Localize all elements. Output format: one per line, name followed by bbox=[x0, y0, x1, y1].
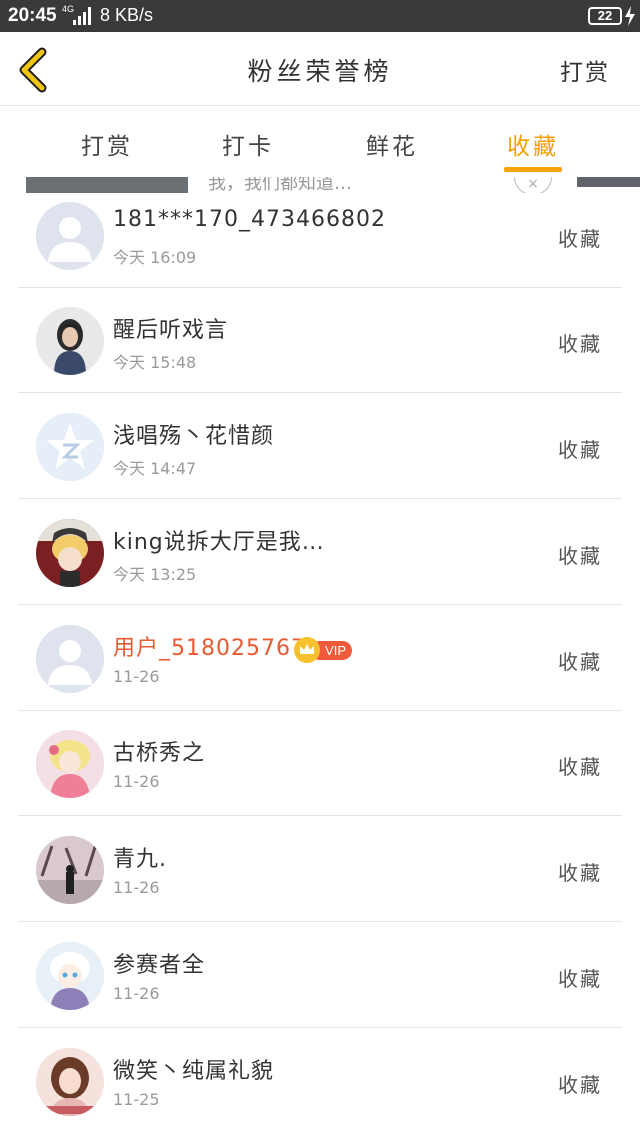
anime-avatar-icon bbox=[36, 942, 104, 1010]
anime-avatar-icon bbox=[36, 519, 104, 587]
charging-icon bbox=[625, 6, 635, 26]
qq-star-icon bbox=[36, 413, 104, 481]
favorite-label: 收藏 bbox=[558, 755, 602, 779]
status-time: 20:45 bbox=[8, 5, 57, 26]
timestamp: 今天 16:09 bbox=[113, 248, 197, 267]
list-item[interactable]: 浅唱殇丶花惜颜 今天 14:47 收藏 bbox=[0, 394, 640, 499]
timestamp: 今天 13:25 bbox=[113, 565, 197, 584]
avatar[interactable] bbox=[36, 413, 104, 481]
divider bbox=[18, 921, 622, 922]
tab-flowers[interactable]: 鲜花 bbox=[347, 127, 437, 161]
avatar[interactable] bbox=[36, 1048, 104, 1116]
list-item[interactable]: 181***170_473466802 今天 16:09 收藏 bbox=[0, 183, 640, 288]
default-user-icon bbox=[36, 202, 104, 270]
tab-bar: 打赏 打卡 鲜花 收藏 bbox=[0, 107, 640, 177]
vip-badge: VIP bbox=[294, 637, 354, 663]
divider bbox=[18, 815, 622, 816]
list-item[interactable]: 参赛者全 11-26 收藏 bbox=[0, 923, 640, 1028]
favorite-label: 收藏 bbox=[558, 227, 602, 251]
avatar[interactable] bbox=[36, 202, 104, 270]
reward-button[interactable]: 打赏 bbox=[560, 53, 610, 87]
timestamp: 11-26 bbox=[113, 878, 160, 897]
user-name: 参赛者全 bbox=[113, 953, 206, 978]
avatar[interactable] bbox=[36, 730, 104, 798]
list-item[interactable]: 青九. 11-26 收藏 bbox=[0, 817, 640, 922]
list-item[interactable]: 古桥秀之 11-26 收藏 bbox=[0, 711, 640, 816]
user-name: 浅唱殇丶花惜颜 bbox=[113, 424, 275, 449]
active-tab-indicator bbox=[504, 167, 562, 172]
anime-avatar-icon bbox=[36, 730, 104, 798]
photo-avatar-icon bbox=[36, 1048, 104, 1116]
avatar[interactable] bbox=[36, 942, 104, 1010]
divider bbox=[18, 1027, 622, 1028]
favorite-label: 收藏 bbox=[558, 650, 602, 674]
list-item[interactable]: king说拆大厅是我… 今天 13:25 收藏 bbox=[0, 500, 640, 605]
list-item[interactable]: 用户_518025767 VIP 11-26 收藏 bbox=[0, 606, 640, 711]
user-name: king说拆大厅是我… bbox=[113, 530, 325, 555]
avatar[interactable] bbox=[36, 307, 104, 375]
favorite-label: 收藏 bbox=[558, 438, 602, 462]
tab-reward[interactable]: 打赏 bbox=[62, 127, 152, 161]
timestamp: 今天 14:47 bbox=[113, 459, 197, 478]
battery-icon: 22 bbox=[588, 7, 622, 25]
user-name: 醒后听戏言 bbox=[113, 318, 229, 343]
status-bar: 20:45 4G 8 KB/s 22 bbox=[0, 0, 640, 32]
timestamp: 11-26 bbox=[113, 984, 160, 1003]
favorite-label: 收藏 bbox=[558, 1073, 602, 1097]
favorite-label: 收藏 bbox=[558, 332, 602, 356]
favorite-label: 收藏 bbox=[558, 967, 602, 991]
favorite-label: 收藏 bbox=[558, 861, 602, 885]
default-user-icon bbox=[36, 625, 104, 693]
tab-favorites[interactable]: 收藏 bbox=[488, 127, 578, 161]
photo-avatar-icon bbox=[36, 836, 104, 904]
tab-checkin[interactable]: 打卡 bbox=[203, 127, 293, 161]
user-name: 青九. bbox=[113, 847, 167, 872]
list-item[interactable]: 微笑丶纯属礼貌 11-25 收藏 bbox=[0, 1029, 640, 1134]
photo-avatar-icon bbox=[36, 307, 104, 375]
network-type: 4G bbox=[62, 4, 74, 14]
divider bbox=[18, 392, 622, 393]
timestamp: 11-26 bbox=[113, 667, 160, 686]
list-item[interactable]: 醒后听戏言 今天 15:48 收藏 bbox=[0, 288, 640, 393]
avatar[interactable] bbox=[36, 519, 104, 587]
timestamp: 11-26 bbox=[113, 772, 160, 791]
user-name: 用户_518025767 bbox=[113, 636, 306, 661]
timestamp: 11-25 bbox=[113, 1090, 160, 1109]
signal-icon: 4G bbox=[62, 4, 91, 25]
nav-bar: 粉丝荣誉榜 打赏 bbox=[0, 32, 640, 106]
divider bbox=[18, 604, 622, 605]
user-name: 181***170_473466802 bbox=[113, 207, 386, 232]
user-name: 微笑丶纯属礼貌 bbox=[113, 1059, 275, 1084]
avatar[interactable] bbox=[36, 836, 104, 904]
timestamp: 今天 15:48 bbox=[113, 353, 197, 372]
crown-icon bbox=[294, 637, 320, 663]
user-name: 古桥秀之 bbox=[113, 741, 206, 766]
avatar[interactable] bbox=[36, 625, 104, 693]
favorite-label: 收藏 bbox=[558, 544, 602, 568]
divider bbox=[18, 498, 622, 499]
page-title: 粉丝荣誉榜 bbox=[247, 57, 393, 86]
network-speed: 8 KB/s bbox=[100, 5, 154, 25]
